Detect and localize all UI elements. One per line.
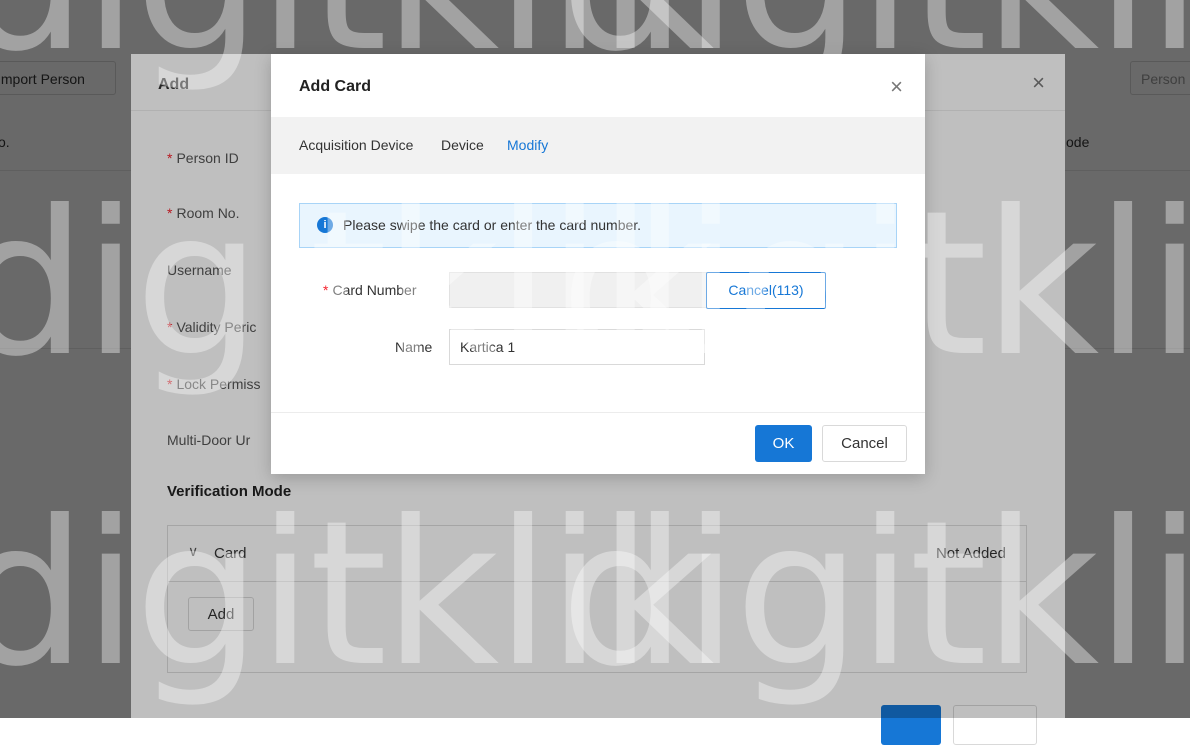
info-text: Please swipe the card or enter the card …: [343, 217, 642, 233]
card-number-input[interactable]: [449, 272, 707, 308]
add-card-title: Add Card: [299, 78, 371, 95]
cancel-countdown-button[interactable]: Cancel(113): [706, 272, 826, 309]
info-icon: i: [317, 217, 333, 233]
info-alert: i Please swipe the card or enter the car…: [299, 203, 897, 248]
name-label: Name: [395, 339, 433, 355]
card-number-label: * Card Number: [323, 282, 417, 298]
cancel-button[interactable]: Cancel: [822, 425, 907, 462]
add-card-dialog: Add Card × Acquisition Device Device Mod…: [271, 54, 925, 474]
acquisition-device-bar: Acquisition Device Device Modify: [271, 117, 925, 174]
ok-button[interactable]: OK: [755, 425, 812, 462]
close-icon[interactable]: ×: [890, 76, 903, 98]
required-mark: *: [323, 282, 329, 298]
modify-link[interactable]: Modify: [507, 137, 548, 153]
acquisition-device-label: Acquisition Device: [299, 137, 414, 153]
name-input[interactable]: Kartica 1: [449, 329, 705, 365]
dialog-footer-divider: [271, 412, 925, 413]
acquisition-device-value: Device: [441, 137, 484, 153]
